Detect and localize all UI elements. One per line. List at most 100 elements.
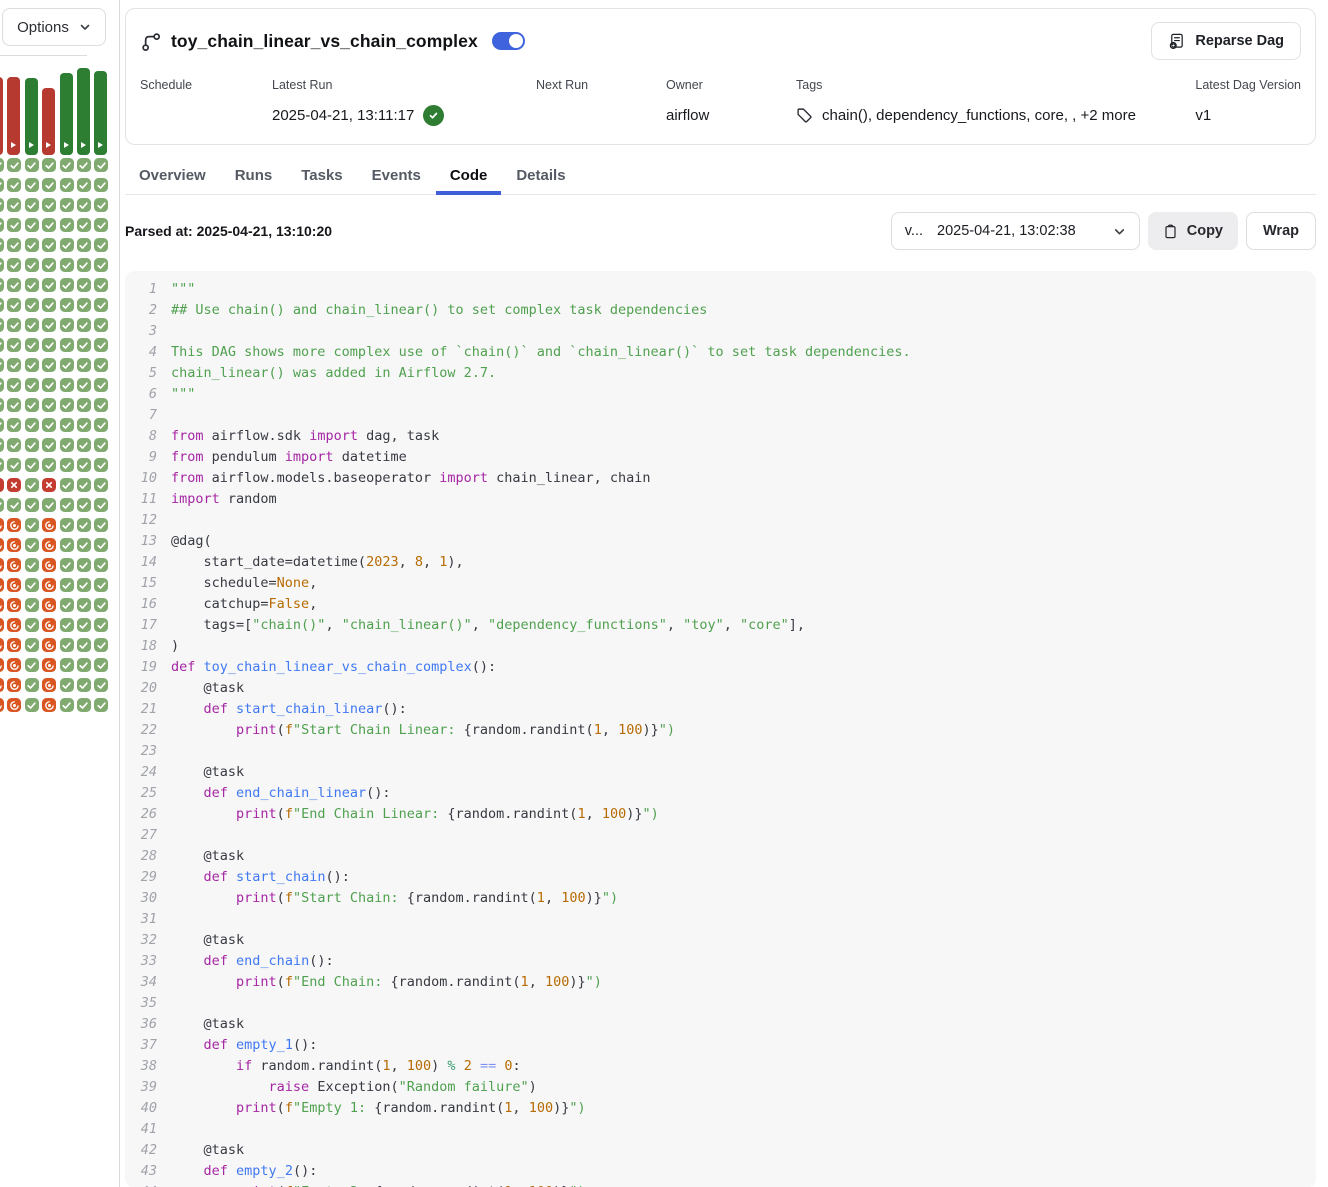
task-instance-success[interactable] xyxy=(0,318,4,332)
task-instance-success[interactable] xyxy=(7,438,21,452)
task-instance-retry[interactable] xyxy=(0,598,4,612)
task-instance-success[interactable] xyxy=(77,498,91,512)
task-instance-success[interactable] xyxy=(60,338,74,352)
task-instance-success[interactable] xyxy=(94,178,108,192)
task-instance-success[interactable] xyxy=(25,618,39,632)
task-instance-success[interactable] xyxy=(25,258,39,272)
task-instance-success[interactable] xyxy=(0,158,4,172)
task-instance-retry[interactable] xyxy=(7,538,21,552)
task-instance-success[interactable] xyxy=(0,238,4,252)
task-instance-success[interactable] xyxy=(77,558,91,572)
task-instance-success[interactable] xyxy=(25,358,39,372)
task-instance-success[interactable] xyxy=(42,258,56,272)
task-instance-success[interactable] xyxy=(94,398,108,412)
task-instance-retry[interactable] xyxy=(0,558,4,572)
dag-run-bar-failed[interactable] xyxy=(7,77,20,155)
dag-run-bar-success[interactable] xyxy=(25,78,38,155)
task-instance-success[interactable] xyxy=(60,198,74,212)
task-instance-success[interactable] xyxy=(77,578,91,592)
task-instance-retry[interactable] xyxy=(0,518,4,532)
task-instance-success[interactable] xyxy=(42,218,56,232)
task-instance-success[interactable] xyxy=(77,418,91,432)
dag-run-bar-failed[interactable] xyxy=(0,77,3,155)
task-instance-success[interactable] xyxy=(60,438,74,452)
task-instance-success[interactable] xyxy=(42,338,56,352)
copy-button[interactable]: Copy xyxy=(1148,212,1238,250)
dag-pause-toggle[interactable] xyxy=(492,32,525,50)
task-instance-retry[interactable] xyxy=(0,618,4,632)
task-instance-success[interactable] xyxy=(60,638,74,652)
task-instance-success[interactable] xyxy=(25,278,39,292)
task-instance-success[interactable] xyxy=(94,598,108,612)
task-instance-success[interactable] xyxy=(7,338,21,352)
task-instance-success[interactable] xyxy=(60,398,74,412)
task-instance-retry[interactable] xyxy=(7,518,21,532)
task-instance-success[interactable] xyxy=(42,158,56,172)
task-instance-retry[interactable] xyxy=(0,538,4,552)
task-instance-success[interactable] xyxy=(60,658,74,672)
task-instance-success[interactable] xyxy=(7,178,21,192)
task-instance-success[interactable] xyxy=(25,178,39,192)
task-instance-retry[interactable] xyxy=(42,558,56,572)
task-instance-success[interactable] xyxy=(0,378,4,392)
task-instance-retry[interactable] xyxy=(42,618,56,632)
task-instance-success[interactable] xyxy=(60,678,74,692)
task-instance-success[interactable] xyxy=(7,498,21,512)
task-instance-success[interactable] xyxy=(25,398,39,412)
task-instance-success[interactable] xyxy=(0,418,4,432)
task-instance-success[interactable] xyxy=(77,158,91,172)
task-instance-retry[interactable] xyxy=(7,658,21,672)
task-instance-success[interactable] xyxy=(0,278,4,292)
task-instance-success[interactable] xyxy=(42,198,56,212)
task-instance-success[interactable] xyxy=(94,478,108,492)
task-instance-success[interactable] xyxy=(7,218,21,232)
task-instance-retry[interactable] xyxy=(0,698,4,712)
tab-code[interactable]: Code xyxy=(436,159,502,195)
task-instance-success[interactable] xyxy=(25,518,39,532)
task-instance-success[interactable] xyxy=(42,238,56,252)
task-instance-success[interactable] xyxy=(25,298,39,312)
task-instance-success[interactable] xyxy=(42,438,56,452)
task-instance-success[interactable] xyxy=(94,258,108,272)
task-instance-success[interactable] xyxy=(94,618,108,632)
tab-events[interactable]: Events xyxy=(358,159,435,195)
task-instance-success[interactable] xyxy=(7,398,21,412)
task-instance-success[interactable] xyxy=(60,558,74,572)
task-instance-success[interactable] xyxy=(0,438,4,452)
task-instance-success[interactable] xyxy=(94,438,108,452)
task-instance-success[interactable] xyxy=(25,418,39,432)
reparse-dag-button[interactable]: Reparse Dag xyxy=(1151,22,1301,60)
task-instance-retry[interactable] xyxy=(7,638,21,652)
task-instance-success[interactable] xyxy=(77,318,91,332)
task-instance-success[interactable] xyxy=(77,398,91,412)
task-instance-success[interactable] xyxy=(94,578,108,592)
task-instance-success[interactable] xyxy=(94,558,108,572)
task-instance-retry[interactable] xyxy=(42,578,56,592)
task-instance-success[interactable] xyxy=(77,198,91,212)
task-instance-success[interactable] xyxy=(25,578,39,592)
latest-run-timestamp[interactable]: 2025-04-21, 13:11:17 xyxy=(272,107,414,124)
task-instance-success[interactable] xyxy=(7,258,21,272)
task-instance-success[interactable] xyxy=(94,298,108,312)
task-instance-success[interactable] xyxy=(25,218,39,232)
tab-tasks[interactable]: Tasks xyxy=(287,159,356,195)
task-instance-success[interactable] xyxy=(42,458,56,472)
task-instance-success[interactable] xyxy=(94,198,108,212)
task-instance-success[interactable] xyxy=(25,458,39,472)
task-instance-success[interactable] xyxy=(25,158,39,172)
task-instance-success[interactable] xyxy=(42,378,56,392)
options-button[interactable]: Options xyxy=(2,8,106,46)
task-instance-success[interactable] xyxy=(60,418,74,432)
task-instance-retry[interactable] xyxy=(42,538,56,552)
task-instance-success[interactable] xyxy=(60,498,74,512)
task-instance-success[interactable] xyxy=(60,618,74,632)
task-instance-success[interactable] xyxy=(94,458,108,472)
task-instance-success[interactable] xyxy=(77,538,91,552)
task-instance-success[interactable] xyxy=(42,178,56,192)
task-instance-success[interactable] xyxy=(25,378,39,392)
task-instance-success[interactable] xyxy=(94,318,108,332)
task-instance-success[interactable] xyxy=(60,218,74,232)
task-instance-success[interactable] xyxy=(7,298,21,312)
task-instance-success[interactable] xyxy=(60,598,74,612)
task-instance-retry[interactable] xyxy=(0,578,4,592)
